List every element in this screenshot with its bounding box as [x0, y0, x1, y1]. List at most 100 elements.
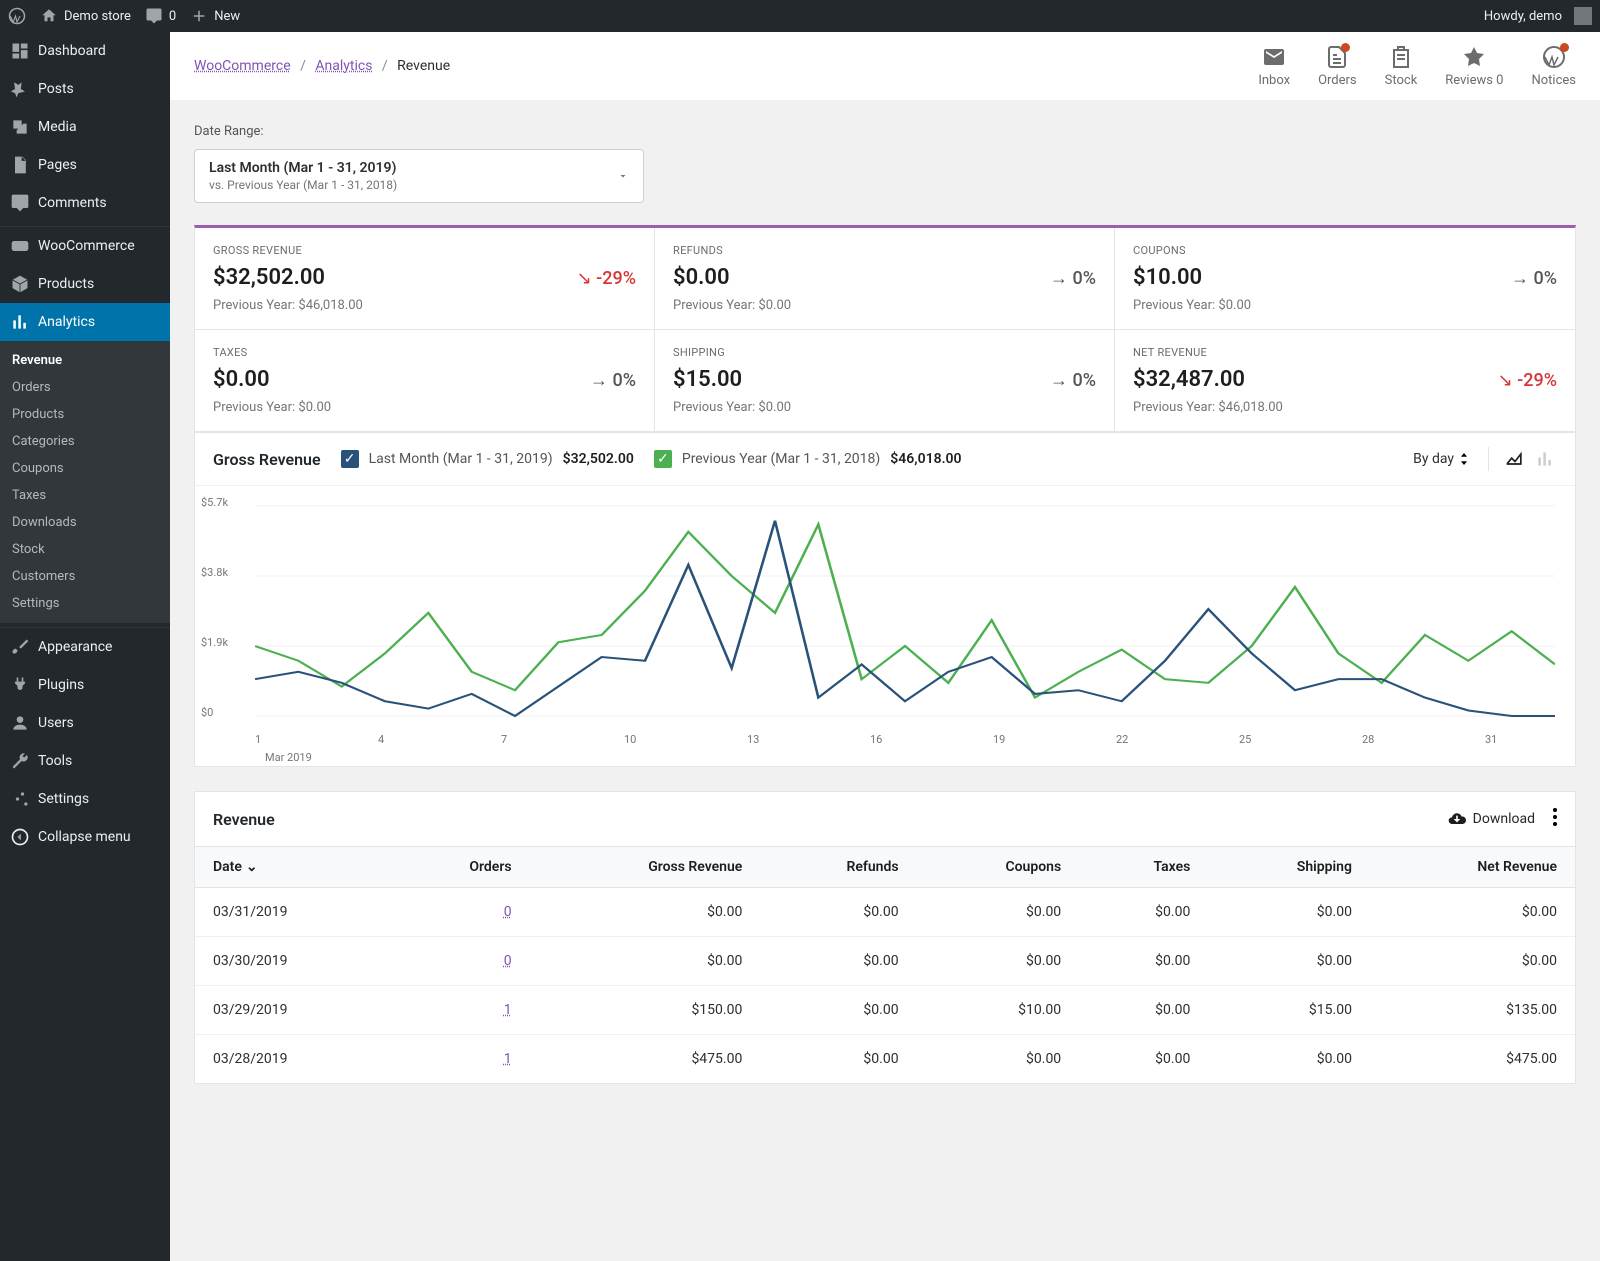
col-shipping[interactable]: Shipping: [1208, 847, 1370, 888]
new-link[interactable]: New: [190, 7, 240, 25]
submenu-item-coupons[interactable]: Coupons: [0, 455, 170, 482]
ellipsis-icon: [1553, 808, 1557, 826]
sidebar-item-products[interactable]: Products: [0, 265, 170, 303]
sidebar-item-users[interactable]: Users: [0, 704, 170, 742]
comments-link[interactable]: 0: [145, 7, 176, 25]
box-icon: [10, 274, 30, 294]
comment-icon: [145, 7, 163, 25]
table-row: 03/31/20190$0.00$0.00$0.00$0.00$0.00$0.0…: [195, 888, 1575, 937]
table-body: 03/31/20190$0.00$0.00$0.00$0.00$0.00$0.0…: [195, 888, 1575, 1084]
page-icon: [10, 155, 30, 175]
wp-admin-toolbar: Demo store 0 New Howdy, demo: [0, 0, 1600, 32]
sidebar-item-media[interactable]: Media: [0, 108, 170, 146]
wp-logo[interactable]: [8, 7, 26, 25]
table-options-button[interactable]: [1553, 808, 1557, 830]
cloud-download-icon: [1447, 809, 1467, 829]
legend-series-a[interactable]: ✓ Last Month (Mar 1 - 31, 2019) $32,502.…: [341, 450, 634, 468]
header-notices-button[interactable]: Notices: [1531, 45, 1576, 88]
sidebar-item-woocommerce[interactable]: WooCommerce: [0, 227, 170, 265]
orders-link[interactable]: 1: [504, 1051, 512, 1067]
sidebar-item-dashboard[interactable]: Dashboard: [0, 32, 170, 70]
sidebar-item-plugins[interactable]: Plugins: [0, 666, 170, 704]
header-stock-button[interactable]: Stock: [1385, 45, 1418, 88]
summary-net-revenue[interactable]: NET REVENUE$32,487.00↘ -29%Previous Year…: [1115, 330, 1575, 432]
sidebar-item-label: Pages: [38, 157, 77, 173]
inbox-icon: [1262, 45, 1286, 69]
interval-selector[interactable]: By day: [1413, 451, 1468, 467]
sidebar-item-posts[interactable]: Posts: [0, 70, 170, 108]
y-tick: $5.7k: [201, 496, 228, 509]
orders-link[interactable]: 1: [504, 1002, 512, 1018]
summary-shipping[interactable]: SHIPPING$15.00→ 0%Previous Year: $0.00: [655, 330, 1115, 432]
summary-gross-revenue[interactable]: GROSS REVENUE$32,502.00↘ -29%Previous Ye…: [195, 228, 655, 330]
col-orders[interactable]: Orders: [391, 847, 530, 888]
breadcrumb-woocommerce[interactable]: WooCommerce: [194, 58, 291, 74]
header-icon-label: Notices: [1531, 73, 1576, 88]
submenu-item-customers[interactable]: Customers: [0, 563, 170, 590]
summary-coupons[interactable]: COUPONS$10.00→ 0%Previous Year: $0.00: [1115, 228, 1575, 330]
sidebar-item-label: Collapse menu: [38, 829, 131, 845]
download-button[interactable]: Download: [1447, 809, 1535, 829]
legend-a-value: $32,502.00: [563, 451, 634, 467]
legend-series-b[interactable]: ✓ Previous Year (Mar 1 - 31, 2018) $46,0…: [654, 450, 962, 468]
brush-icon: [10, 637, 30, 657]
header-icon-label: Inbox: [1258, 73, 1290, 88]
submenu-item-categories[interactable]: Categories: [0, 428, 170, 455]
orders-link[interactable]: 0: [504, 904, 512, 920]
x-tick: 19: [993, 733, 1005, 746]
sidebar-item-tools[interactable]: Tools: [0, 742, 170, 780]
submenu-item-stock[interactable]: Stock: [0, 536, 170, 563]
header-orders-button[interactable]: Orders: [1318, 45, 1357, 88]
notification-dot: [1560, 43, 1569, 52]
plus-icon: [190, 7, 208, 25]
avatar: [1574, 7, 1592, 25]
legend-a-label: Last Month (Mar 1 - 31, 2019): [369, 451, 553, 467]
sidebar-item-settings[interactable]: Settings: [0, 780, 170, 818]
wrench-icon: [10, 751, 30, 771]
col-refunds[interactable]: Refunds: [760, 847, 916, 888]
sidebar-item-appearance[interactable]: Appearance: [0, 628, 170, 666]
admin-sidebar: DashboardPostsMedia Pages Comments WooComme…: [0, 32, 170, 1261]
bar-chart-toggle[interactable]: [1533, 447, 1557, 471]
col-gross-revenue[interactable]: Gross Revenue: [530, 847, 761, 888]
col-coupons[interactable]: Coupons: [917, 847, 1080, 888]
col-net-revenue[interactable]: Net Revenue: [1370, 847, 1575, 888]
summary-taxes[interactable]: TAXES$0.00→ 0%Previous Year: $0.00: [195, 330, 655, 432]
summary-grid: GROSS REVENUE$32,502.00↘ -29%Previous Ye…: [194, 225, 1576, 433]
submenu-item-revenue[interactable]: Revenue: [0, 347, 170, 374]
submenu-item-taxes[interactable]: Taxes: [0, 482, 170, 509]
site-name-link[interactable]: Demo store: [40, 7, 131, 25]
x-axis-month: Mar 2019: [265, 751, 312, 764]
col-taxes[interactable]: Taxes: [1079, 847, 1208, 888]
home-icon: [40, 7, 58, 25]
breadcrumb-current: Revenue: [397, 58, 450, 74]
sidebar-item-collapse-menu[interactable]: Collapse menu: [0, 818, 170, 856]
col-date[interactable]: Date⌄: [195, 847, 391, 888]
media-icon: [10, 117, 30, 137]
summary-refunds[interactable]: REFUNDS$0.00→ 0%Previous Year: $0.00: [655, 228, 1115, 330]
page-header: WooCommerce / Analytics / Revenue InboxO…: [170, 32, 1600, 100]
y-tick: $0: [201, 706, 213, 719]
sidebar-item-comments[interactable]: Comments: [0, 184, 170, 222]
chart-plot-area: $5.7k$3.8k$1.9k$0 1471013161922252831 Ma…: [195, 486, 1575, 766]
header-inbox-button[interactable]: Inbox: [1258, 45, 1290, 88]
submenu-item-orders[interactable]: Orders: [0, 374, 170, 401]
submenu-item-products[interactable]: Products: [0, 401, 170, 428]
sidebar-item-pages[interactable]: Pages: [0, 146, 170, 184]
chart-title: Gross Revenue: [213, 450, 321, 469]
howdy-link[interactable]: Howdy, demo: [1484, 7, 1592, 25]
woo-icon: [10, 236, 30, 256]
breadcrumb-analytics[interactable]: Analytics: [315, 58, 372, 74]
sidebar-item-analytics[interactable]: Analytics: [0, 303, 170, 341]
submenu-item-downloads[interactable]: Downloads: [0, 509, 170, 536]
header-icon-label: Orders: [1318, 73, 1357, 88]
header-reviews-button[interactable]: Reviews 0: [1445, 45, 1503, 88]
submenu-item-settings[interactable]: Settings: [0, 590, 170, 617]
date-range-label: Date Range:: [194, 124, 1576, 139]
user-icon: [10, 713, 30, 733]
line-chart-toggle[interactable]: [1503, 447, 1527, 471]
date-range-selector[interactable]: Last Month (Mar 1 - 31, 2019) vs. Previo…: [194, 149, 644, 203]
table-title: Revenue: [213, 810, 275, 829]
y-tick: $3.8k: [201, 566, 228, 579]
orders-link[interactable]: 0: [504, 953, 512, 969]
